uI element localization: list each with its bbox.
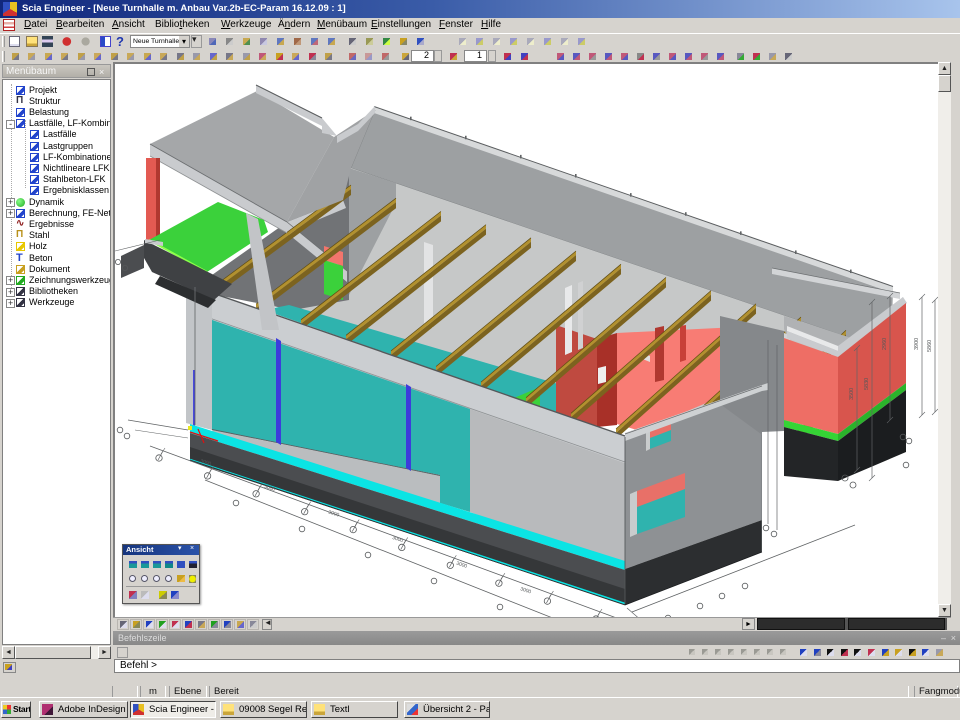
svg-text:5830: 5830 [864, 378, 870, 390]
svg-text:5860: 5860 [927, 340, 933, 352]
svg-text:2960: 2960 [882, 338, 888, 350]
svg-text:3500: 3500 [849, 388, 855, 400]
svg-text:3900: 3900 [914, 338, 920, 350]
